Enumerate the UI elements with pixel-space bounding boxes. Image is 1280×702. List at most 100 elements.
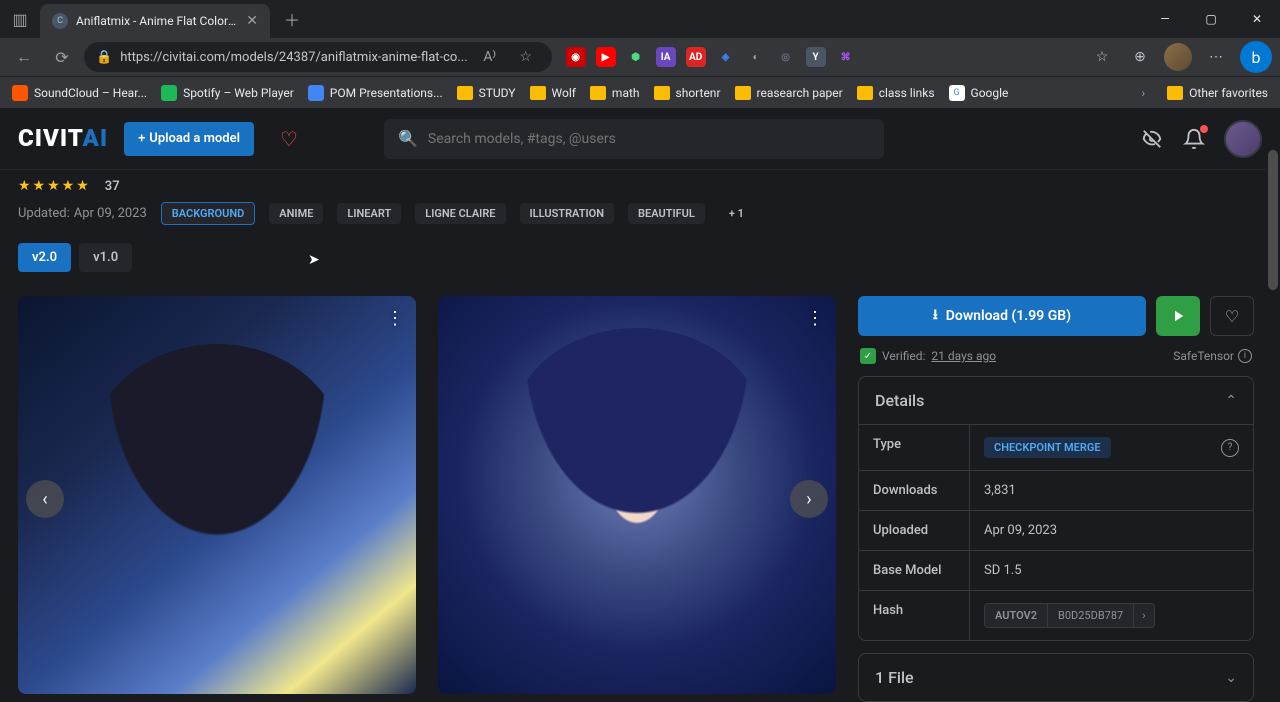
gallery-image-2[interactable]: ⋮ (438, 296, 836, 694)
tag-illustration[interactable]: ILLUSTRATION (520, 203, 615, 224)
detail-row-basemodel: Base Model SD 1.5 (859, 550, 1253, 590)
site-logo[interactable]: CIVITAI (18, 124, 108, 153)
bookmark-label: SoundCloud – Hear... (34, 86, 147, 100)
site-header: CIVITAI + Upload a model ♡ 🔍 (0, 108, 1280, 170)
refresh-button[interactable]: ⟳ (46, 41, 78, 73)
new-tab-button[interactable]: ＋ (278, 5, 306, 33)
verify-left: ✓ Verified: 21 days ago (860, 348, 996, 364)
version-v2[interactable]: v2.0 (18, 243, 71, 272)
tab-close-icon[interactable]: ✕ (246, 13, 258, 29)
gallery-prev-button[interactable]: ‹ (26, 480, 64, 518)
url-field[interactable]: 🔒 https://civitai.com/models/24387/anifl… (84, 42, 552, 72)
bookmark-folder-wolf[interactable]: Wolf (530, 86, 576, 100)
bookmark-google[interactable]: GGoogle (949, 85, 1009, 101)
bookmark-pom[interactable]: POM Presentations... (308, 85, 443, 101)
tag-more[interactable]: + 1 (719, 203, 754, 224)
visibility-icon[interactable] (1140, 127, 1164, 151)
menu-icon[interactable]: ⋯ (1202, 43, 1230, 71)
plus-icon: + (138, 131, 145, 146)
other-favorites-button[interactable]: Other favorites (1167, 86, 1268, 100)
hash-value: B0D25DB787 (1047, 604, 1133, 627)
detail-value: 3,831 (969, 471, 1253, 510)
tag-lineart[interactable]: LINEART (337, 203, 401, 224)
search-box[interactable]: 🔍 (384, 119, 884, 159)
files-header[interactable]: 1 File ⌄ (859, 654, 1253, 701)
info-icon[interactable]: ? (1221, 439, 1239, 457)
verified-date[interactable]: 21 days ago (931, 349, 996, 363)
scroll-thumb[interactable] (1268, 150, 1278, 290)
detail-value: SD 1.5 (969, 551, 1253, 590)
favorites-heart-button[interactable]: ♡ (270, 120, 308, 158)
ext-icon-4[interactable]: IA (656, 47, 676, 67)
notification-dot-icon (1200, 125, 1208, 133)
ext-icon-8[interactable]: ◎ (776, 47, 796, 67)
tab-actions-icon[interactable]: ▥ (0, 0, 40, 38)
read-aloud-icon[interactable]: A⁾ (476, 43, 504, 71)
ext-icon-5[interactable]: AD (686, 47, 706, 67)
folder-icon (654, 86, 670, 100)
detail-value: CHECKPOINT MERGE ? (969, 425, 1253, 470)
favorite-icon[interactable]: ☆ (512, 43, 540, 71)
upload-label: Upload a model (149, 131, 240, 146)
image-menu-icon[interactable]: ⋮ (806, 308, 824, 329)
bookmark-spotify[interactable]: Spotify – Web Player (161, 85, 294, 101)
details-header[interactable]: Details ⌃ (859, 377, 1253, 424)
run-button[interactable] (1156, 296, 1200, 336)
detail-row-uploaded: Uploaded Apr 09, 2023 (859, 510, 1253, 550)
close-window-button[interactable]: ✕ (1234, 0, 1280, 38)
tag-beautiful[interactable]: BEAUTIFUL (628, 203, 705, 224)
copilot-icon[interactable]: b (1240, 41, 1272, 73)
back-button[interactable]: ← (8, 41, 40, 73)
image-menu-icon[interactable]: ⋮ (386, 308, 404, 329)
detail-label: Type (859, 425, 969, 470)
bookmark-folder-shortenr[interactable]: shortenr (654, 86, 721, 100)
bookmark-soundcloud[interactable]: SoundCloud – Hear... (12, 85, 147, 101)
bookmark-folder-classlinks[interactable]: class links (857, 86, 935, 100)
version-v1[interactable]: v1.0 (79, 243, 132, 272)
ext-icon-1[interactable]: ◉ (566, 47, 586, 67)
ext-icon-7[interactable]: ◐ (746, 47, 766, 67)
tag-anime[interactable]: ANIME (269, 203, 323, 224)
like-button[interactable]: ♡ (1210, 296, 1254, 336)
ext-icon-6[interactable]: ◈ (716, 47, 736, 67)
info-icon[interactable]: i (1238, 349, 1252, 363)
page-scrollbar[interactable] (1266, 108, 1280, 688)
ext-icon-9[interactable]: Y (806, 47, 826, 67)
bookmark-folder-research[interactable]: reasearch paper (735, 86, 843, 100)
image-gallery: ‹ ⋮ ⋮ › (18, 296, 836, 702)
bookmark-label: reasearch paper (757, 86, 843, 100)
favorites-star-icon[interactable]: ☆ (1088, 43, 1116, 71)
browser-profile-avatar[interactable] (1164, 43, 1192, 71)
gallery-next-button[interactable]: › (790, 480, 828, 518)
tag-background[interactable]: BACKGROUND (161, 202, 255, 225)
browser-tab-active[interactable]: C Aniflatmix - Anime Flat Color Sty ✕ (40, 4, 270, 38)
upload-model-button[interactable]: + Upload a model (124, 122, 254, 156)
ext-icon-10[interactable]: ⌘ (836, 47, 856, 67)
tag-ligneclaire[interactable]: LIGNE CLAIRE (415, 203, 505, 224)
bookmarks-overflow-icon[interactable]: › (1142, 86, 1146, 100)
notifications-icon[interactable] (1182, 127, 1206, 151)
ext-icon-2[interactable]: ▶ (596, 47, 616, 67)
detail-row-hash: Hash AUTOV2 B0D25DB787 › (859, 590, 1253, 640)
bookmark-folder-study[interactable]: STUDY (457, 86, 516, 100)
chevron-down-icon: ⌄ (1225, 670, 1237, 686)
detail-label: Hash (859, 591, 969, 640)
folder-icon (735, 86, 751, 100)
bookmark-folder-math[interactable]: math (590, 86, 640, 100)
shield-icon: ✓ (860, 348, 876, 364)
minimize-button[interactable]: — (1142, 0, 1188, 38)
collections-icon[interactable]: ⊕ (1126, 43, 1154, 71)
hash-expand-icon[interactable]: › (1133, 604, 1153, 627)
rating-count: 37 (105, 179, 120, 194)
updated-label: Updated: (18, 206, 70, 221)
soundcloud-icon (12, 85, 28, 101)
maximize-button[interactable]: ▢ (1188, 0, 1234, 38)
rating-stars[interactable]: ★★★★★ (18, 178, 91, 194)
ext-icon-3[interactable]: ⬢ (626, 47, 646, 67)
gallery-image-1[interactable]: ⋮ (18, 296, 416, 694)
download-label: Download (1.99 GB) (946, 308, 1071, 324)
download-button[interactable]: ⭳ Download (1.99 GB) (858, 296, 1146, 336)
user-avatar[interactable] (1224, 120, 1262, 158)
search-input[interactable] (428, 131, 870, 147)
bookmark-label: Google (971, 86, 1009, 100)
